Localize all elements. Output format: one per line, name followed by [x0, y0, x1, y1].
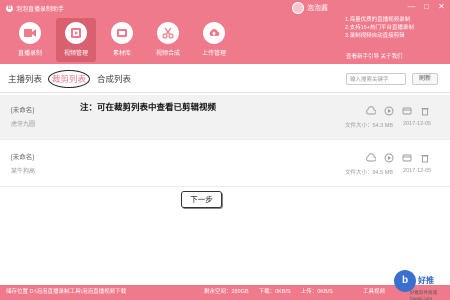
file-date: 2017-12-05 [402, 168, 432, 174]
feature-tips: 1.海量优质的直播视频录制 2.支持15+热门平台直播录制 3.录制视频自动直接… [345, 16, 445, 40]
user-menu[interactable]: 泡泡酱 [292, 2, 328, 14]
close-icon[interactable]: ✕ [437, 2, 446, 11]
avatar [292, 2, 304, 14]
next-step-button[interactable]: 下一步 [181, 191, 222, 208]
item-actions [366, 150, 430, 163]
tool-compose[interactable]: 视频合成 [148, 18, 188, 62]
refresh-button[interactable]: 刷新 [412, 73, 438, 85]
app-logo: B [6, 5, 13, 12]
tool-label: 视频管理 [63, 51, 88, 57]
upload-icon[interactable] [366, 103, 377, 115]
item-meta: 文件大小：54.3 MB 2017-12-05 [345, 121, 431, 129]
transfer-stats: 剩余空间：289GB 下载：0KB/S 上传：0KB/S [204, 285, 333, 300]
help-links: 查看新手引导 关于我们 [346, 52, 403, 60]
tool-label: 上传管理 [201, 51, 226, 57]
watermark-text: 好推 [418, 276, 434, 285]
search-input[interactable]: 输入搜索关键字 [346, 73, 406, 85]
tools-link[interactable]: 工具视频 [363, 285, 385, 300]
item-name: [未命名] [11, 107, 35, 114]
file-size: 文件大小：54.3 MB [345, 123, 393, 129]
list-item[interactable]: [未命名] 某牛狗高 文件大小：94.5 MB 2017-12-05 [0, 142, 450, 187]
tool-label: 视频合成 [155, 51, 180, 57]
watermark-sub: 好推软件商城 haotui.com [410, 290, 437, 300]
item-source: 某牛狗高 [11, 169, 36, 175]
list-item[interactable]: [未命名] 虎牙九圆 文件大小：54.3 MB 2017-12-05 [0, 95, 450, 140]
annotation-note: 注：可在裁剪列表中查看已剪辑视频 [80, 103, 217, 113]
user-name: 泡泡酱 [307, 5, 328, 12]
upload-speed: 上传：0KB/S [300, 289, 333, 295]
delete-icon[interactable] [420, 150, 430, 163]
minimize-icon[interactable]: — [407, 2, 416, 11]
app-title: 泡泡直播录制助手 [16, 7, 65, 13]
about-link[interactable]: 关于我们 [381, 54, 403, 60]
watermark-disc: b [394, 270, 416, 292]
library-icon [111, 22, 133, 44]
item-source: 虎牙九圆 [11, 122, 36, 128]
upload-icon[interactable] [366, 150, 377, 162]
tool-label: 素材库 [112, 51, 131, 57]
title-bar: B 泡泡直播录制助手 [6, 4, 64, 13]
delete-icon[interactable] [420, 103, 430, 116]
tip-line: 1.海量优质的直播视频录制 [345, 17, 411, 23]
maximize-icon[interactable]: □ [422, 2, 431, 11]
download-speed: 下载：0KB/S [258, 289, 291, 295]
scissors-icon [157, 22, 179, 44]
window-controls: — □ ✕ [407, 2, 446, 11]
tip-line: 3.录制视频自动直接剪辑 [345, 33, 405, 39]
app-window: B 泡泡直播录制助手 泡泡酱 — □ ✕ 直播录制 视频管理 素材库 视频合成 … [0, 0, 450, 300]
main-toolbar: 直播录制 视频管理 素材库 视频合成 上传管理 [10, 18, 234, 62]
folder-icon[interactable] [402, 150, 412, 162]
guide-link[interactable]: 查看新手引导 [346, 54, 379, 60]
tip-line: 2.支持15+热门平台直播录制 [345, 25, 414, 31]
item-meta: 文件大小：94.5 MB 2017-12-05 [345, 168, 431, 176]
tool-label: 直播录制 [17, 51, 42, 57]
free-space: 剩余空间：289GB [204, 289, 249, 295]
file-date: 2017-12-05 [402, 121, 432, 127]
tool-video-manage[interactable]: 视频管理 [56, 18, 96, 62]
tool-live-record[interactable]: 直播录制 [10, 18, 50, 62]
status-bar: 储存位置 D:\泡泡直播录制工具\泡泡直播视频下载 剩余空间：289GB 下载：… [0, 285, 450, 300]
folder-icon[interactable] [402, 103, 412, 115]
video-camera-icon [19, 22, 41, 44]
watermark-logo: b 好推 好推软件商城 haotui.com [394, 270, 448, 300]
upload-icon [203, 22, 225, 44]
header: B 泡泡直播录制助手 泡泡酱 — □ ✕ 直播录制 视频管理 素材库 视频合成 … [0, 0, 450, 64]
tool-library[interactable]: 素材库 [102, 18, 142, 62]
tool-upload[interactable]: 上传管理 [194, 18, 234, 62]
tab-merge-list[interactable]: 合成列表 [97, 73, 131, 85]
file-size: 文件大小：94.5 MB [345, 170, 393, 176]
storage-path: 储存位置 D:\泡泡直播录制工具\泡泡直播视频下载 [6, 289, 127, 295]
highlight-circle [48, 70, 90, 88]
item-name: [未命名] [11, 154, 35, 161]
item-actions [366, 103, 430, 116]
play-icon[interactable] [384, 103, 394, 116]
play-icon[interactable] [384, 150, 394, 163]
tab-anchor-list[interactable]: 主播列表 [8, 73, 42, 85]
film-icon [65, 22, 87, 44]
